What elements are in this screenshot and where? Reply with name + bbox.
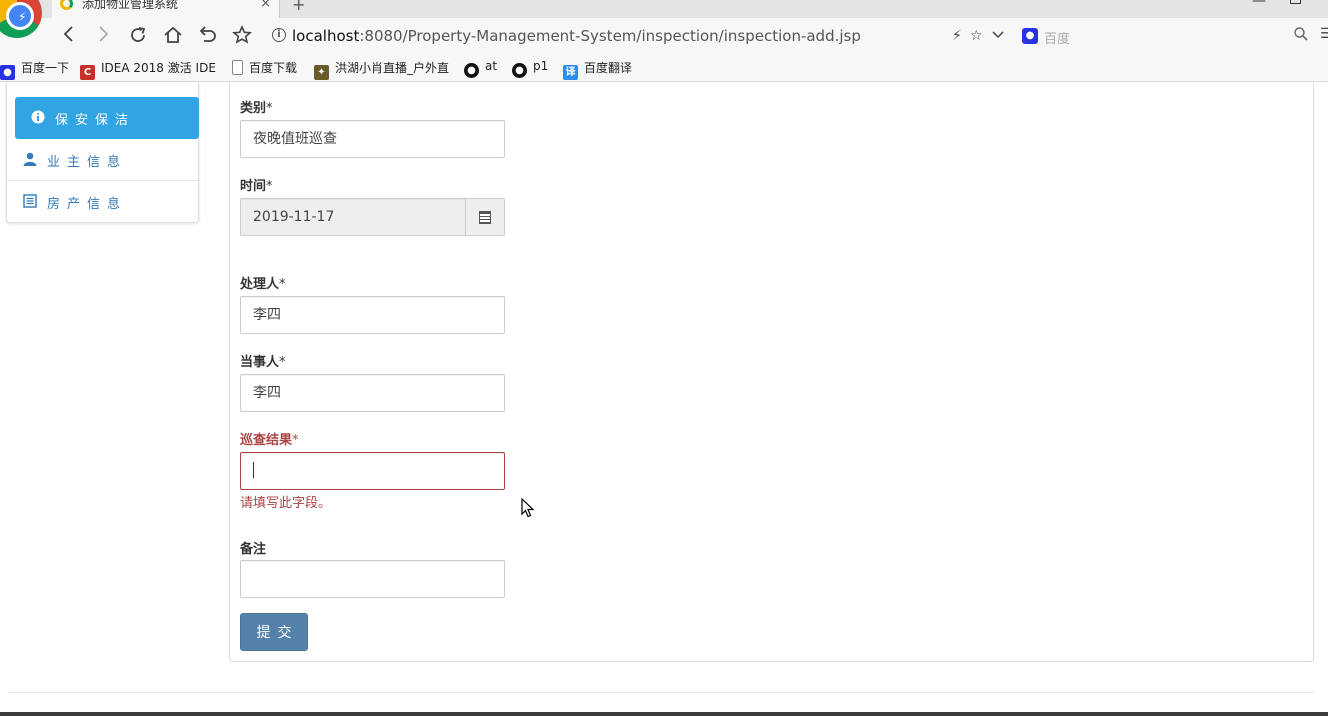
taskbar [0, 712, 1328, 716]
calendar-button[interactable] [465, 198, 505, 236]
baidu-paw-icon: ● [1022, 28, 1038, 44]
reload-icon[interactable] [128, 25, 148, 49]
required-mark: * [279, 277, 286, 292]
undo-close-tab-icon[interactable] [198, 25, 218, 49]
info-circle-icon [31, 110, 45, 128]
search-box[interactable]: ● 百度 [1018, 22, 1312, 50]
site-info-icon[interactable]: i [272, 28, 286, 42]
category-input[interactable]: 夜晚值班巡查 [240, 120, 505, 158]
sidebar-item-owner-info[interactable]: 业主信息 [7, 139, 200, 181]
search-placeholder: 百度 [1044, 32, 1071, 47]
category-label-text: 类别 [240, 101, 267, 116]
time-label-text: 时间 [240, 179, 267, 194]
bookmark-label: IDEA 2018 激活 IDE [101, 61, 216, 75]
csdn-c-icon: C [80, 65, 95, 80]
category-label: 类别* [240, 97, 273, 116]
new-tab-button[interactable]: + [292, 0, 305, 14]
bookmark-label: 百度一下 [21, 61, 70, 75]
baidu-paw-icon: ● [0, 65, 15, 80]
bookmark-item[interactable]: ● at [464, 59, 498, 78]
bee-icon: ✦ [314, 65, 329, 80]
browser-menu-icon[interactable]: ☰ [1320, 26, 1328, 42]
bookmark-item[interactable]: 百度下载 [232, 59, 297, 77]
tab-strip: ⚡ 添加物业管理系统 × + — [0, 0, 1328, 38]
github-icon: ● [464, 63, 479, 78]
window-maximize-icon[interactable] [1290, 0, 1301, 4]
footer-divider [8, 692, 1314, 693]
text-caret [253, 462, 254, 478]
date-input[interactable]: 2019-11-17 [240, 198, 466, 236]
bolt-icon: ⚡ [18, 10, 27, 24]
sidebar-nav: 保安保洁 业主信息 房产信息 [6, 82, 200, 223]
user-icon [23, 152, 37, 170]
party-label-text: 当事人 [240, 355, 280, 370]
url-path: :8080/Property-Management-System/inspect… [359, 27, 861, 45]
github-icon: ● [512, 63, 527, 78]
remark-label: 备注 [240, 542, 267, 557]
search-icon[interactable] [1294, 27, 1308, 45]
sidebar-item-security-cleaning[interactable]: 保安保洁 [15, 97, 199, 139]
sidebar-item-label: 业主信息 [47, 155, 128, 170]
translate-icon: 译 [563, 65, 578, 80]
handler-label: 处理人* [240, 273, 286, 292]
required-mark: * [279, 355, 286, 370]
address-bar[interactable]: i localhost:8080/Property-Management-Sys… [264, 22, 1012, 50]
submit-button[interactable]: 提交 [240, 613, 308, 651]
result-error-message: 请填写此字段。 [240, 496, 332, 511]
browser-toolbar: i localhost:8080/Property-Management-Sys… [0, 18, 1328, 54]
sidebar-item-label: 保安保洁 [55, 113, 136, 128]
tab-favicon-icon [60, 0, 73, 10]
result-label-text: 巡查结果 [240, 433, 293, 448]
bookmarks-bar: ● 百度一下 C IDEA 2018 激活 IDE 百度下载 ✦ 洪湖小肖直播_户外直… [0, 54, 1328, 82]
required-mark: * [292, 433, 299, 448]
bookmark-item[interactable]: ✦ 洪湖小肖直播_户外直 [314, 59, 450, 80]
bookmark-label: at [485, 59, 498, 73]
sidebar-item-label: 房产信息 [47, 197, 128, 212]
dropdown-chevron-icon[interactable] [992, 28, 1004, 44]
required-mark: * [266, 101, 273, 116]
bookmark-label: 百度下载 [249, 61, 298, 75]
forward-icon[interactable] [96, 25, 110, 47]
browser-tab[interactable]: 添加物业管理系统 × [52, 0, 280, 18]
bookmark-label: 洪湖小肖直播_户外直 [335, 61, 450, 75]
bookmark-label: 百度翻译 [584, 61, 633, 75]
tab-title: 添加物业管理系统 [82, 0, 179, 11]
tab-close-icon[interactable]: × [260, 0, 271, 11]
time-label: 时间* [240, 175, 273, 194]
bookmark-star-icon[interactable] [232, 25, 252, 49]
home-icon[interactable] [163, 25, 183, 49]
document-icon [232, 60, 243, 75]
bookmark-item[interactable]: ● 百度一下 [0, 59, 70, 80]
window-minimize-icon[interactable]: — [1252, 0, 1266, 9]
bookmark-label: p1 [533, 59, 549, 73]
url-text[interactable]: localhost:8080/Property-Management-Syste… [292, 27, 861, 45]
party-input[interactable]: 李四 [240, 374, 505, 412]
bookmark-item[interactable]: 译百度翻译 [563, 59, 633, 80]
handler-label-text: 处理人 [240, 277, 280, 292]
lightning-icon[interactable]: ⚡ [952, 28, 962, 44]
result-label: 巡查结果* [240, 429, 299, 448]
calendar-icon [479, 211, 491, 224]
sidebar-item-property-info[interactable]: 房产信息 [7, 181, 200, 223]
back-icon[interactable] [62, 25, 76, 47]
required-mark: * [266, 179, 273, 194]
remark-input[interactable] [240, 560, 505, 598]
handler-input[interactable]: 李四 [240, 296, 505, 334]
bookmark-item[interactable]: ● p1 [512, 59, 549, 78]
list-icon [23, 194, 37, 212]
party-label: 当事人* [240, 351, 286, 370]
result-input[interactable] [240, 452, 505, 490]
bookmark-item[interactable]: C IDEA 2018 激活 IDE [80, 59, 216, 80]
url-host: localhost [292, 27, 360, 45]
favorite-star-icon[interactable]: ☆ [970, 28, 983, 44]
